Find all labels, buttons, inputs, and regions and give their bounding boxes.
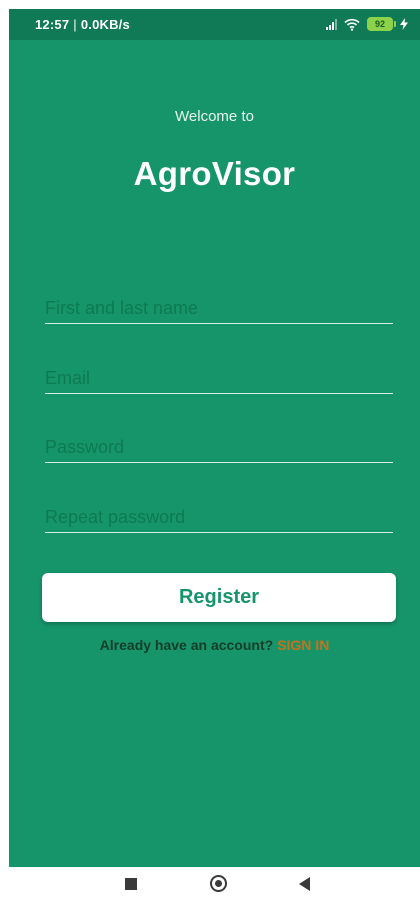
- home-button[interactable]: [198, 867, 238, 900]
- password-field[interactable]: [45, 432, 393, 463]
- battery-icon: 92: [367, 17, 396, 31]
- back-triangle-icon: [298, 876, 310, 891]
- recents-square-icon: [125, 877, 137, 890]
- repeat-password-field[interactable]: [45, 502, 393, 533]
- name-field[interactable]: [45, 293, 393, 324]
- wifi-icon: [344, 18, 360, 31]
- app-screen: 12:57 | 0.0KB/s 92 Welcome to AgroVisor …: [9, 9, 420, 867]
- signin-prompt: Already have an account?: [99, 637, 274, 653]
- register-button[interactable]: Register: [42, 573, 396, 622]
- battery-level: 92: [374, 19, 385, 29]
- network-speed: 0.0KB/s: [80, 17, 130, 32]
- back-button[interactable]: [284, 867, 324, 900]
- signin-link[interactable]: SIGN IN: [277, 637, 329, 653]
- system-nav-bar: [0, 867, 420, 900]
- signal-icon: [326, 18, 337, 30]
- signin-row: Already have an account? SIGN IN: [9, 637, 420, 653]
- welcome-text: Welcome to: [175, 108, 254, 125]
- app-title: AgroVisor: [133, 155, 296, 192]
- charging-bolt-icon: [400, 18, 408, 30]
- status-bar: 12:57 | 0.0KB/s 92: [9, 9, 420, 40]
- status-separator: |: [73, 17, 77, 32]
- status-left: 12:57 | 0.0KB/s: [35, 17, 130, 32]
- email-field[interactable]: [45, 363, 393, 394]
- status-time: 12:57: [35, 17, 70, 32]
- recents-button[interactable]: [111, 867, 151, 900]
- status-icons: 92: [326, 15, 408, 33]
- home-circle-icon: [209, 875, 227, 892]
